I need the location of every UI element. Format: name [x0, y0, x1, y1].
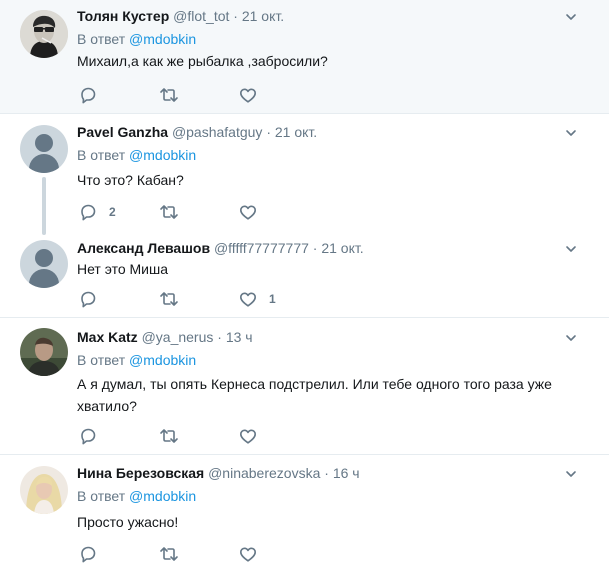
- tweet[interactable]: Толян Кустер @flot_tot · 21 окт. В ответ…: [0, 0, 609, 114]
- mention-link[interactable]: @mdobkin: [129, 147, 196, 163]
- like-button[interactable]: [238, 85, 258, 105]
- avatar[interactable]: [20, 328, 68, 376]
- chevron-down-icon[interactable]: [565, 468, 577, 480]
- tweet[interactable]: Нина Березовская @ninaberezovska · 16 ч …: [0, 455, 609, 567]
- retweet-button[interactable]: [158, 426, 180, 446]
- timestamp[interactable]: 13 ч: [226, 329, 253, 345]
- like-icon: [240, 429, 256, 444]
- tweet-header: Pavel Ganzha @pashafatguy · 21 окт.: [77, 124, 318, 140]
- mention-link[interactable]: @mdobkin: [129, 488, 196, 504]
- user-name[interactable]: Александ Левашов: [77, 240, 210, 256]
- avatar[interactable]: [20, 240, 68, 288]
- retweet-icon: [160, 547, 178, 561]
- mention-link[interactable]: @mdobkin: [129, 352, 196, 368]
- user-name[interactable]: Нина Березовская: [77, 465, 204, 481]
- user-handle[interactable]: @ninaberezovska: [208, 465, 320, 481]
- reply-icon: [81, 291, 96, 308]
- thread-line: [42, 177, 46, 235]
- user-handle[interactable]: @flot_tot: [173, 8, 229, 24]
- user-name[interactable]: Max Katz: [77, 329, 138, 345]
- tweet[interactable]: Александ Левашов @fffff77777777 · 21 окт…: [0, 234, 609, 318]
- reply-icon: [81, 87, 96, 104]
- reply-icon: [81, 204, 96, 221]
- like-icon: [240, 205, 256, 220]
- user-handle[interactable]: @fffff77777777: [214, 240, 309, 256]
- retweet-button[interactable]: [158, 544, 180, 564]
- reply-icon: [81, 546, 96, 563]
- user-name[interactable]: Pavel Ganzha: [77, 124, 168, 140]
- like-button[interactable]: [238, 426, 258, 446]
- reply-context: В ответ @mdobkin: [77, 147, 197, 163]
- retweet-icon: [160, 205, 178, 219]
- like-button[interactable]: [238, 202, 258, 222]
- retweet-icon: [160, 429, 178, 443]
- retweet-icon: [160, 292, 178, 306]
- reply-button[interactable]: [78, 426, 98, 446]
- tweet[interactable]: Pavel Ganzha @pashafatguy · 21 окт. В от…: [0, 115, 609, 235]
- user-handle[interactable]: @ya_nerus: [142, 329, 214, 345]
- tweet-text: Просто ужасно!: [77, 514, 179, 530]
- tweet-text: Нет это Миша: [77, 261, 168, 277]
- tweet-header: Александ Левашов @fffff77777777 · 21 окт…: [77, 240, 364, 256]
- reply-button[interactable]: 2: [78, 202, 116, 222]
- retweet-icon: [160, 88, 178, 102]
- like-icon: [240, 88, 256, 103]
- timestamp[interactable]: 16 ч: [333, 465, 360, 481]
- chevron-down-icon[interactable]: [565, 243, 577, 255]
- like-icon: [240, 547, 256, 562]
- timestamp[interactable]: 21 окт.: [242, 8, 284, 24]
- avatar[interactable]: [20, 466, 68, 514]
- like-button[interactable]: 1: [238, 289, 276, 309]
- reply-context: В ответ @mdobkin: [77, 31, 197, 47]
- retweet-button[interactable]: [158, 202, 180, 222]
- avatar[interactable]: [20, 125, 68, 173]
- user-name[interactable]: Толян Кустер: [77, 8, 169, 24]
- reply-button[interactable]: [78, 289, 98, 309]
- like-icon: [240, 292, 256, 307]
- reply-button[interactable]: [78, 544, 98, 564]
- like-count: 1: [269, 292, 276, 306]
- chevron-down-icon[interactable]: [565, 11, 577, 23]
- avatar[interactable]: [20, 10, 68, 58]
- reply-context: В ответ @mdobkin: [77, 352, 197, 368]
- timestamp[interactable]: 21 окт.: [275, 124, 317, 140]
- mention-link[interactable]: @mdobkin: [129, 31, 196, 47]
- reply-icon: [81, 428, 96, 445]
- tweet-text: А я думал, ты опять Кернеса подстрелил. …: [77, 376, 552, 414]
- tweet-text: Михаил,а как же рыбалка ,забросили?: [77, 53, 328, 69]
- retweet-button[interactable]: [158, 85, 180, 105]
- reply-context: В ответ @mdobkin: [77, 488, 197, 504]
- tweet-text: Что это? Кабан?: [77, 172, 184, 188]
- like-button[interactable]: [238, 544, 258, 564]
- user-handle[interactable]: @pashafatguy: [172, 124, 263, 140]
- tweet[interactable]: Max Katz @ya_nerus · 13 ч В ответ @mdobk…: [0, 318, 609, 455]
- tweet-header: Max Katz @ya_nerus · 13 ч: [77, 329, 253, 345]
- retweet-button[interactable]: [158, 289, 180, 309]
- reply-button[interactable]: [78, 85, 98, 105]
- reply-count: 2: [109, 205, 116, 219]
- chevron-down-icon[interactable]: [565, 127, 577, 139]
- tweet-header: Толян Кустер @flot_tot · 21 окт.: [77, 8, 285, 24]
- timestamp[interactable]: 21 окт.: [321, 240, 363, 256]
- chevron-down-icon[interactable]: [565, 332, 577, 344]
- tweet-header: Нина Березовская @ninaberezovska · 16 ч: [77, 465, 360, 481]
